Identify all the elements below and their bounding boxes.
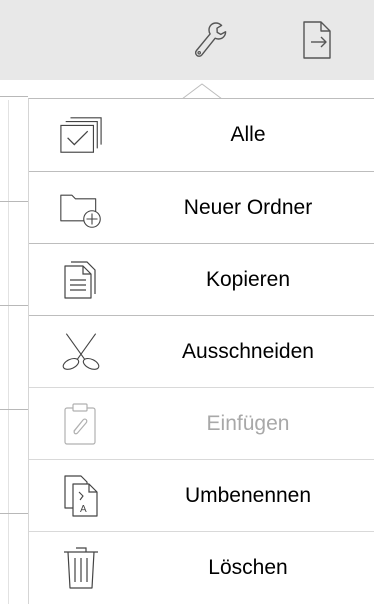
- select-all-icon: [59, 115, 103, 155]
- tools-button[interactable]: [188, 18, 232, 62]
- new-folder-icon: [59, 188, 103, 228]
- svg-text:A: A: [80, 504, 87, 515]
- menu-item-select-all[interactable]: Alle: [29, 99, 374, 171]
- menu-item-delete[interactable]: Löschen: [29, 531, 374, 603]
- export-button[interactable]: [296, 18, 340, 62]
- menu-item-label: Löschen: [208, 556, 288, 579]
- paste-icon: [59, 403, 103, 445]
- menu-item-rename[interactable]: A Umbenennen: [29, 459, 374, 531]
- menu-item-new-folder[interactable]: Neuer Ordner: [29, 171, 374, 243]
- wrench-icon: [194, 22, 227, 57]
- menu-item-copy[interactable]: Kopieren: [29, 243, 374, 315]
- trash-icon: [59, 547, 103, 589]
- export-document-icon: [303, 21, 331, 59]
- menu-item-label: Alle: [230, 123, 266, 146]
- background-divider: [8, 100, 9, 604]
- background-row-divider: [0, 513, 28, 514]
- background-row-divider: [0, 305, 28, 306]
- menu-item-label: Kopieren: [205, 268, 291, 291]
- menu-item-paste[interactable]: Einfügen: [29, 387, 374, 459]
- rename-icon: A: [59, 475, 103, 517]
- background-row-divider: [0, 409, 28, 410]
- copy-icon: [59, 260, 103, 300]
- menu-item-label: Umbenennen: [184, 484, 312, 507]
- tools-popover-menu: Alle Neuer Ordner Kopieren Ausschneiden …: [28, 98, 374, 604]
- menu-item-cut[interactable]: Ausschneiden: [29, 315, 374, 387]
- menu-item-label: Neuer Ordner: [183, 196, 313, 219]
- menu-item-label: Einfügen: [206, 412, 290, 435]
- toolbar: [0, 0, 374, 80]
- menu-item-label: Ausschneiden: [182, 340, 314, 363]
- scissors-icon: [59, 332, 103, 372]
- background-row-divider: [0, 201, 28, 202]
- screen: Alle Neuer Ordner Kopieren Ausschneiden …: [0, 0, 374, 604]
- background-row-divider: [0, 96, 28, 97]
